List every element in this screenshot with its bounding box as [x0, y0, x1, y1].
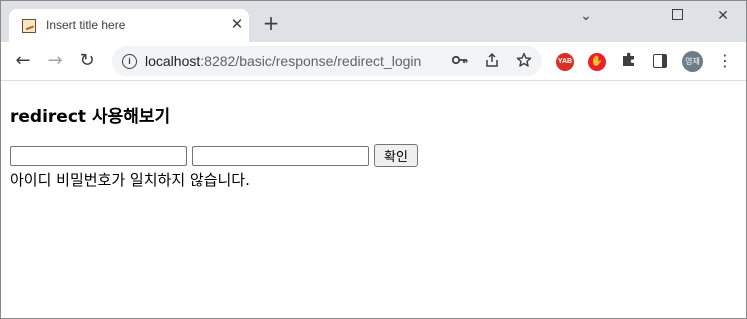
favicon-icon — [22, 19, 36, 33]
url-host: localhost — [145, 53, 201, 69]
url-path: :8282/basic/response/redirect_login — [200, 53, 422, 69]
url-text[interactable]: localhost:8282/basic/response/redirect_l… — [145, 53, 421, 69]
tab-strip: Insert title here ✕ + ⌄ ✕ — [1, 1, 746, 42]
tab-title: Insert title here — [46, 18, 126, 32]
login-error-message: 아이디 비밀번호가 일치하지 않습니다. — [10, 171, 250, 189]
page-content: redirect 사용해보기 확인 아이디 비밀번호가 일치하지 않습니다. — [1, 81, 746, 318]
back-button[interactable]: ← — [12, 50, 34, 72]
tab-close-icon[interactable]: ✕ — [228, 15, 246, 33]
kebab-menu-icon[interactable]: ⋮ — [717, 51, 733, 71]
reload-button[interactable]: ↻ — [76, 50, 98, 72]
confirm-button[interactable]: 확인 — [374, 144, 418, 167]
new-tab-button[interactable]: + — [260, 13, 282, 35]
stop-hand-extension-icon[interactable]: ✋ — [588, 53, 606, 71]
address-bar[interactable]: i localhost:8282/basic/response/redirect… — [112, 46, 542, 76]
key-icon[interactable] — [451, 52, 469, 70]
password-input[interactable] — [192, 146, 369, 166]
page-title: redirect 사용해보기 — [10, 107, 171, 127]
active-tab[interactable]: Insert title here ✕ — [9, 9, 249, 42]
puzzle-icon[interactable] — [619, 51, 639, 71]
info-icon[interactable]: i — [122, 54, 137, 69]
browser-toolbar: ← → ↻ i localhost:8282/basic/response/re… — [1, 42, 746, 81]
share-icon[interactable] — [483, 52, 501, 70]
browser-window: Insert title here ✕ + ⌄ ✕ ← → ↻ i localh… — [0, 0, 747, 319]
side-panel-icon[interactable] — [653, 54, 667, 68]
yab-extension-icon[interactable]: YAB — [556, 53, 574, 71]
forward-button[interactable]: → — [44, 50, 66, 72]
id-input[interactable] — [10, 146, 187, 166]
avatar[interactable]: 영재 — [682, 51, 703, 72]
maximize-button[interactable] — [665, 7, 689, 25]
window-close-button[interactable]: ✕ — [711, 7, 735, 25]
maximize-icon — [671, 9, 683, 20]
star-icon[interactable] — [515, 52, 533, 70]
minimize-button[interactable]: ⌄ — [574, 7, 598, 25]
